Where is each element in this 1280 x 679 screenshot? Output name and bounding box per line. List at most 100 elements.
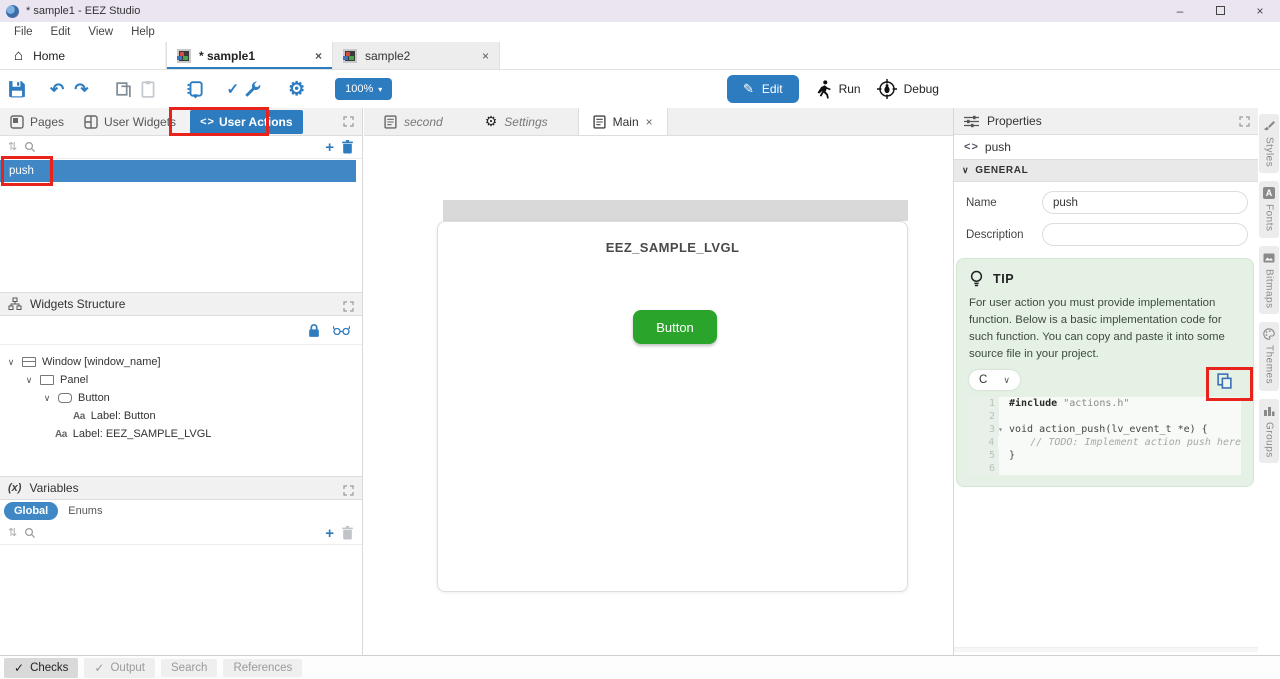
edit-mode-button[interactable]: ✎ Edit — [727, 75, 799, 103]
save-icon — [8, 80, 26, 98]
close-tab-icon[interactable]: × — [315, 49, 322, 63]
variables-search-input[interactable] — [43, 524, 318, 542]
tab-home[interactable]: ⌂ Home — [0, 42, 166, 69]
redo-button[interactable]: ↷ — [74, 77, 88, 101]
changes-notebook-button[interactable] — [186, 77, 205, 101]
line-number: 4 — [969, 436, 998, 449]
tab-user-actions[interactable]: < > User Actions — [190, 110, 302, 134]
glasses-icon[interactable] — [333, 325, 350, 336]
tab-user-widgets[interactable]: User Widgets — [74, 115, 186, 129]
tab-settings[interactable]: ⚙ Settings — [471, 108, 562, 135]
menu-help[interactable]: Help — [123, 24, 163, 40]
restore-button[interactable] — [1200, 4, 1240, 18]
tab-pages[interactable]: Pages — [0, 115, 74, 129]
zoom-dropdown[interactable]: 100% ▾ — [335, 78, 392, 100]
code-text: void action_push(lv_event_t *e) { — [999, 423, 1208, 436]
tree-row-window[interactable]: ∨ Window [window_name] — [0, 353, 362, 371]
tab-sample1-label: * sample1 — [199, 49, 255, 63]
code-line: 5 } — [969, 449, 1241, 462]
tab-enums[interactable]: Enums — [68, 505, 102, 517]
paste-button[interactable] — [140, 77, 156, 101]
code-string: "actions.h" — [1063, 398, 1129, 409]
maximize-panel-icon[interactable] — [1239, 116, 1250, 127]
copy-icon — [1216, 372, 1233, 389]
tab-sample1[interactable]: * sample1 × — [166, 42, 333, 69]
right-rail: Styles A Fonts Bitmaps Themes Groups — [1258, 108, 1280, 655]
tab-main[interactable]: Main × — [578, 108, 668, 135]
delete-variable-button[interactable] — [341, 526, 354, 540]
minimize-button[interactable]: – — [1160, 4, 1200, 18]
tree-row-label-button[interactable]: Aa Label: Button — [0, 407, 362, 425]
action-list-item-push[interactable]: push — [0, 160, 356, 182]
copy-code-button[interactable] — [1216, 372, 1233, 389]
tab-main-label: Main — [613, 115, 639, 129]
tab-sample2[interactable]: sample2 × — [333, 42, 500, 69]
check-project-button[interactable]: ✓ — [227, 77, 240, 101]
tab-search-label: Search — [171, 662, 207, 674]
code-line: 1 #include "actions.h" — [969, 397, 1241, 410]
chevron-down-icon[interactable]: ∨ — [24, 375, 34, 386]
tab-search[interactable]: Search — [161, 659, 217, 677]
delete-action-button[interactable] — [341, 140, 354, 154]
settings-button[interactable]: ⚙ — [288, 77, 305, 101]
tab-references[interactable]: References — [223, 659, 302, 677]
lvgl-page-preview[interactable]: EEZ_SAMPLE_LVGL Button — [437, 221, 908, 592]
rail-tab-themes[interactable]: Themes — [1259, 322, 1279, 390]
chevron-down-icon[interactable]: ∨ — [42, 393, 52, 404]
rail-tab-styles[interactable]: Styles — [1259, 114, 1279, 173]
fold-icon[interactable]: ▾ — [998, 423, 1003, 436]
rail-tab-bitmaps[interactable]: Bitmaps — [1259, 246, 1279, 315]
tab-global[interactable]: Global — [4, 502, 58, 520]
maximize-panel-icon[interactable] — [343, 116, 354, 127]
copy-icon — [115, 81, 132, 98]
paste-icon — [140, 80, 156, 98]
menu-file[interactable]: File — [6, 24, 41, 40]
panel-widget-icon — [40, 375, 54, 385]
maximize-panel-icon[interactable] — [343, 301, 354, 312]
run-mode-button[interactable]: Run — [815, 80, 861, 99]
close-button[interactable]: × — [1240, 4, 1280, 18]
rail-tab-fonts[interactable]: A Fonts — [1259, 181, 1279, 238]
copy-button[interactable] — [115, 77, 132, 101]
canvas-selection-strip — [443, 200, 908, 221]
tree-row-panel[interactable]: ∨ Panel — [0, 371, 362, 389]
code-line: 4 // TODO: Implement action push here — [969, 436, 1241, 449]
add-variable-button[interactable]: + — [325, 526, 334, 541]
field-description: Description — [966, 223, 1248, 246]
sort-icon[interactable]: ⇅ — [8, 142, 17, 153]
chevron-down-icon[interactable]: ∨ — [6, 357, 16, 368]
pages-icon — [10, 115, 24, 129]
menu-edit[interactable]: Edit — [43, 24, 79, 40]
debug-mode-button[interactable]: Debug — [877, 79, 939, 99]
maximize-panel-icon[interactable] — [343, 485, 354, 496]
close-tab-icon[interactable]: × — [646, 115, 653, 129]
add-action-button[interactable]: + — [325, 140, 334, 155]
run-icon — [815, 80, 832, 99]
close-tab-icon[interactable]: × — [482, 49, 489, 63]
rail-label: Styles — [1264, 137, 1275, 167]
search-icon — [24, 527, 36, 539]
language-select[interactable]: C ∨ — [969, 370, 1020, 390]
tab-output-label: Output — [110, 662, 145, 674]
save-button[interactable] — [8, 77, 26, 101]
tree-row-label-sample[interactable]: Aa Label: EEZ_SAMPLE_LVGL — [0, 425, 362, 443]
menu-view[interactable]: View — [80, 24, 121, 40]
build-button[interactable] — [243, 77, 262, 101]
rail-label: Groups — [1264, 422, 1275, 458]
sort-icon[interactable]: ⇅ — [8, 528, 17, 539]
line-number: 5 — [969, 449, 999, 462]
toolbar: ↶ ↷ ✓ ⚙ 100% ▾ ✎ Edit Run — [0, 70, 1280, 108]
tab-checks[interactable]: ✓ Checks — [4, 658, 78, 678]
rail-tab-groups[interactable]: Groups — [1259, 399, 1279, 464]
undo-button[interactable]: ↶ — [50, 77, 64, 101]
tab-second[interactable]: second — [370, 108, 457, 135]
actions-search-input[interactable] — [43, 138, 318, 156]
name-field-input[interactable] — [1042, 191, 1248, 214]
tab-output[interactable]: ✓ Output — [84, 658, 155, 678]
lvgl-button-widget[interactable]: Button — [633, 310, 717, 344]
section-general[interactable]: ∨ GENERAL — [954, 159, 1258, 182]
description-field-input[interactable] — [1042, 223, 1248, 246]
tree-row-button[interactable]: ∨ Button — [0, 389, 362, 407]
lock-icon[interactable] — [307, 323, 321, 338]
caret-down-icon: ▾ — [378, 85, 382, 94]
